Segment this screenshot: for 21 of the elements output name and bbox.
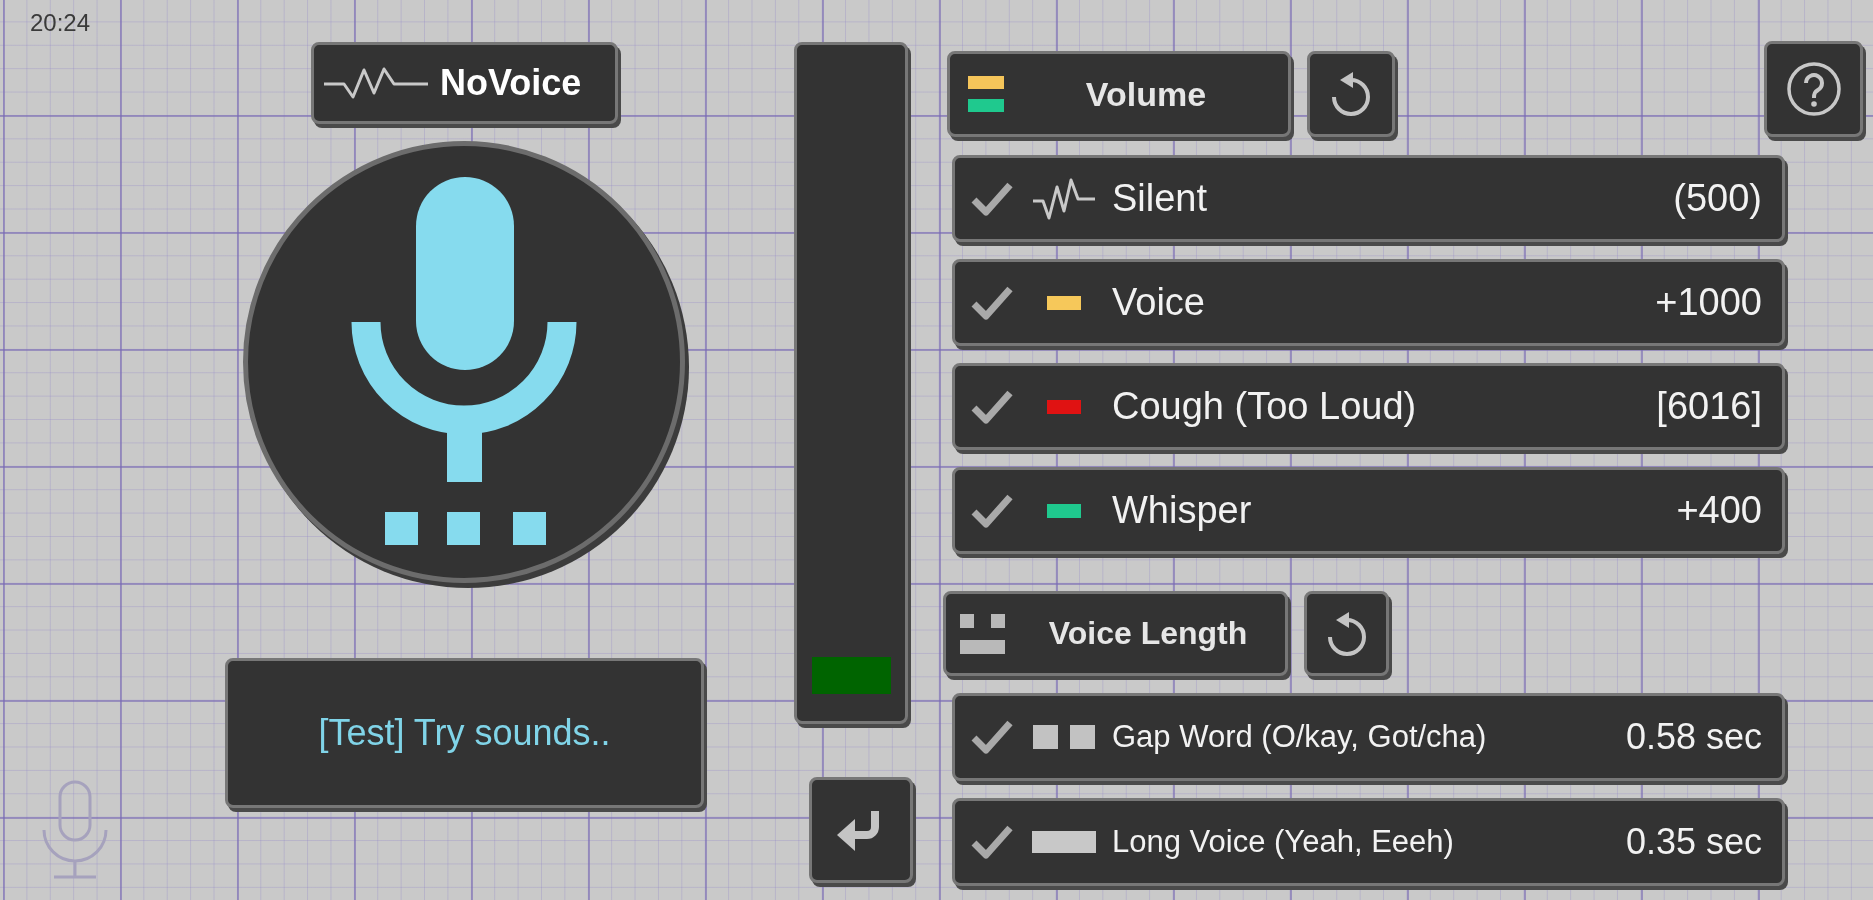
row-label: Voice [1112, 281, 1205, 324]
bar-icon [1032, 831, 1096, 853]
clock-time: 20:24 [30, 10, 91, 36]
row-label: Gap Word (O/kay, Got/cha) [1112, 719, 1487, 755]
waveform-icon [324, 66, 428, 100]
row-label: Silent [1112, 177, 1208, 220]
row-label: Cough (Too Loud) [1112, 385, 1417, 428]
row-value: [6016] [1656, 385, 1762, 428]
row-value: +400 [1676, 489, 1762, 532]
microphone-icon [351, 176, 577, 548]
waveform-icon [1033, 176, 1095, 221]
bars-icon [968, 76, 1004, 112]
row-label: Whisper [1112, 489, 1252, 532]
row-label: Long Voice (Yeah, Eeeh) [1112, 824, 1454, 860]
row-value: (500) [1673, 177, 1762, 220]
row-value: 0.58 sec [1625, 716, 1762, 758]
row-value: +1000 [1655, 281, 1762, 324]
row-value: 0.35 sec [1625, 821, 1762, 863]
blocks-icon [960, 613, 1005, 654]
squares-icon [1033, 725, 1095, 749]
help-icon [1785, 61, 1842, 117]
